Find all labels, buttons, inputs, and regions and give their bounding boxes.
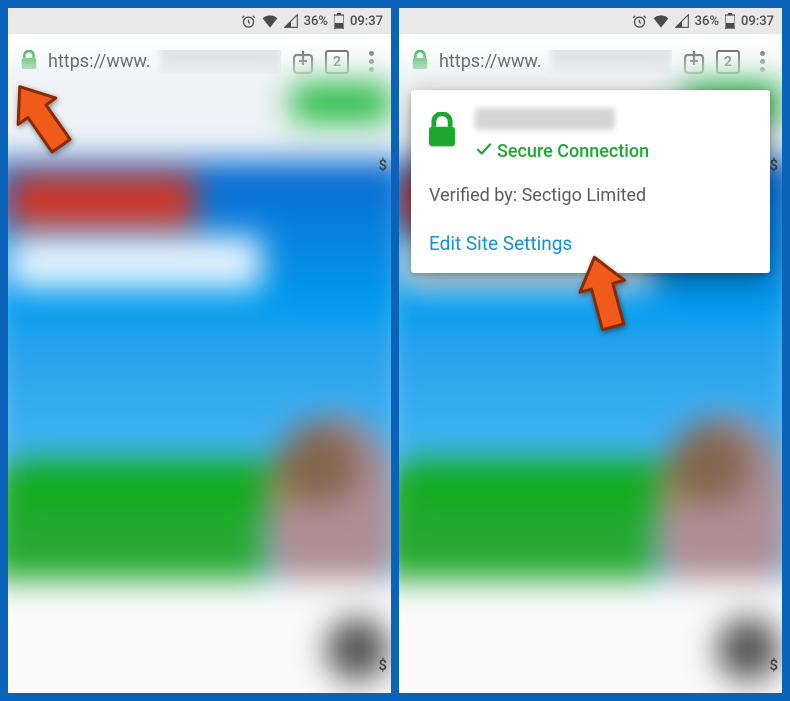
verified-by-label: Verified by: Sectigo Limited [429,185,754,206]
page-content-blurred [8,60,391,693]
secure-text: Secure Connection [497,141,649,162]
wifi-icon [262,14,278,28]
screenshot-left: 36% 09:37 https://www. 2 $ $ [8,8,391,693]
battery-percent: 36% [304,14,328,29]
screenshot-right: 36% 09:37 https://www. 2 $ $ [399,8,782,693]
battery-percent: 36% [695,14,719,29]
alarm-icon [632,14,647,29]
signal-icon [675,14,689,28]
wifi-icon [653,14,669,28]
clock-text: 09:37 [741,14,774,29]
android-statusbar: 36% 09:37 [8,8,391,34]
signal-icon [284,14,298,28]
site-info-popup: Secure Connection Verified by: Sectigo L… [411,90,770,273]
site-name-redacted [475,108,615,130]
battery-icon [725,13,735,29]
dollar-mark: $ [769,156,778,174]
battery-icon [334,13,344,29]
dollar-mark: $ [769,656,778,674]
alarm-icon [241,14,256,29]
url-text: https://www. [48,51,151,72]
check-icon [475,140,493,163]
android-statusbar: 36% 09:37 [399,8,782,34]
lock-icon [427,112,457,152]
dollar-mark: $ [378,656,387,674]
dollar-mark: $ [378,156,387,174]
clock-text: 09:37 [350,14,383,29]
edit-site-settings-link[interactable]: Edit Site Settings [429,232,572,255]
url-text: https://www. [439,51,542,72]
secure-connection-label: Secure Connection [475,140,754,163]
